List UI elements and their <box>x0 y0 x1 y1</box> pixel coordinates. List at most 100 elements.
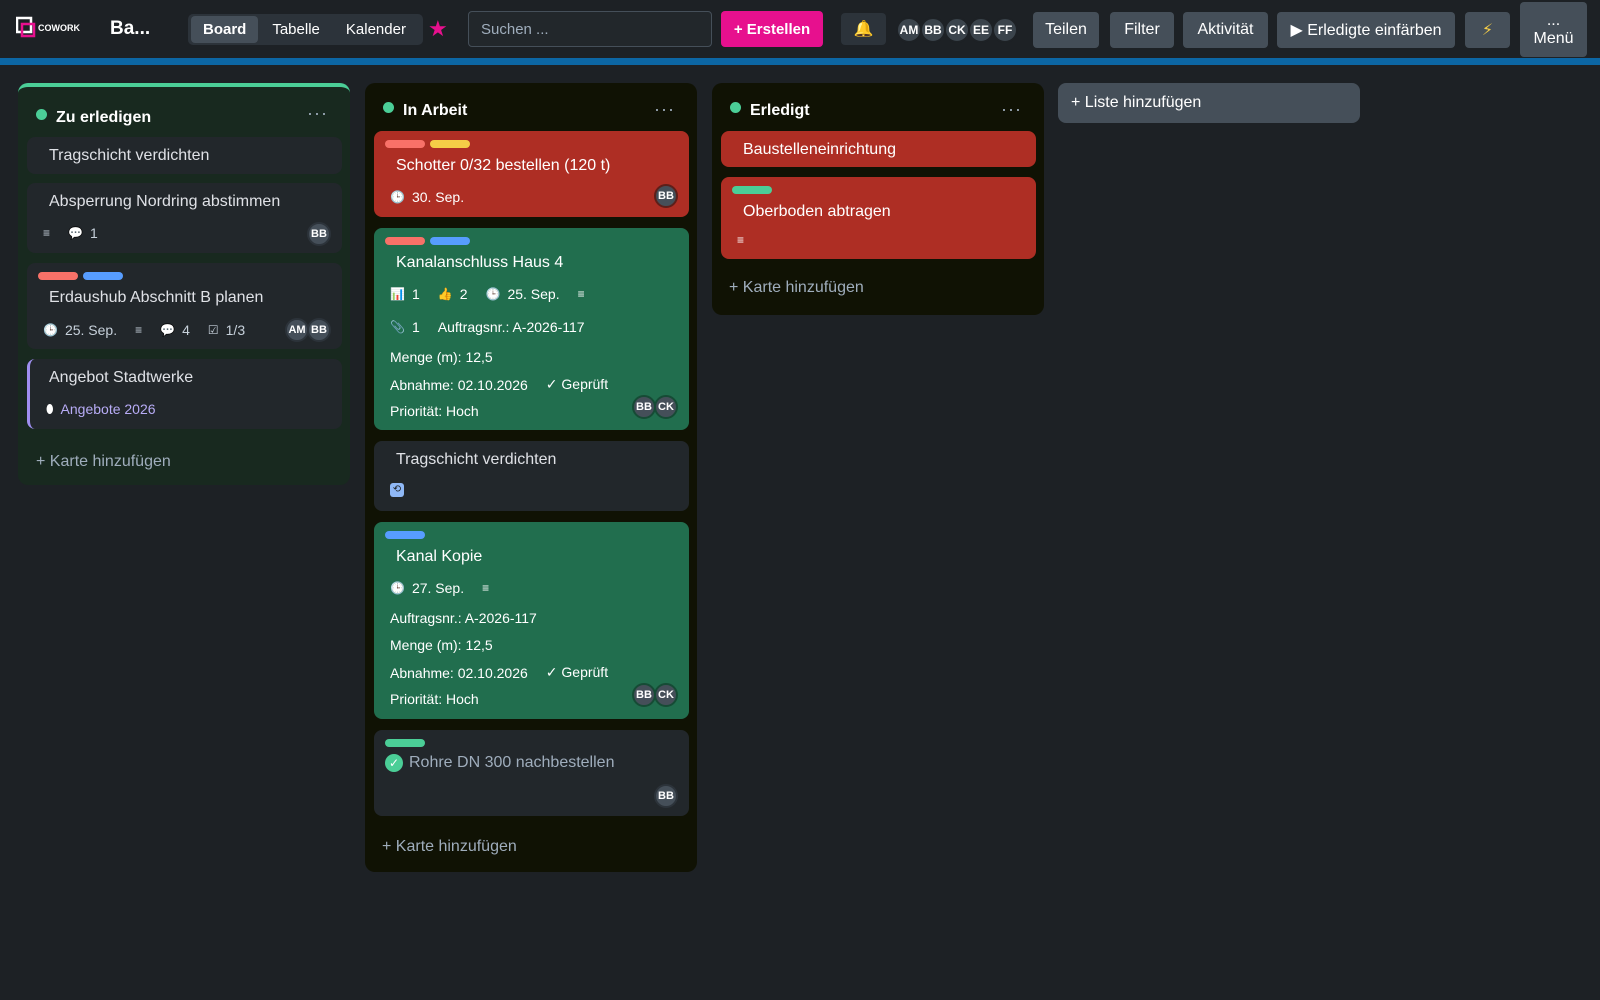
label-blue[interactable] <box>430 237 470 245</box>
add-card-button[interactable]: + Karte hinzufügen <box>729 279 864 297</box>
card-badges: Abnahme: 02.10.2026 ✓ Geprüft <box>390 664 608 681</box>
avatar[interactable]: BB <box>920 17 946 43</box>
label-green[interactable] <box>732 186 772 194</box>
avatar[interactable]: CK <box>944 17 970 43</box>
more-icon[interactable]: ··· <box>307 103 328 124</box>
label-green[interactable] <box>385 739 425 747</box>
tab-table[interactable]: Tabelle <box>260 16 332 43</box>
vote-count: 2 <box>459 286 468 302</box>
notifications-button[interactable]: 🔔 <box>841 13 886 45</box>
card-labels <box>385 140 475 148</box>
custom-field-priority: Priorität: Hoch <box>390 691 479 707</box>
card-title: Schotter 0/32 bestellen (120 t) <box>396 157 611 174</box>
card-badges: 🕒 27. Sep. ≡ <box>390 580 496 596</box>
list-done: Erledigt ··· Baustelleneinrichtung Oberb… <box>712 83 1044 315</box>
avatar[interactable]: CK <box>654 395 678 419</box>
label-yellow[interactable] <box>430 140 470 148</box>
card-labels <box>38 272 128 280</box>
custom-field-quantity: Menge (m): 12,5 <box>390 637 493 653</box>
avatar[interactable]: BB <box>632 683 656 707</box>
label-blue[interactable] <box>83 272 123 280</box>
list-status-dot <box>383 102 394 113</box>
avatar[interactable]: FF <box>992 17 1018 43</box>
poll-count: 1 <box>411 286 420 302</box>
color-done-button[interactable]: ▶ Erledigte einfärben <box>1277 12 1455 48</box>
automation-button[interactable]: ⚡ <box>1465 12 1510 48</box>
description-icon: ≡ <box>577 287 585 301</box>
tag-icon: ⬮ <box>46 401 54 416</box>
list-in-progress: In Arbeit ··· Schotter 0/32 bestellen (1… <box>365 83 697 872</box>
avatar[interactable]: BB <box>654 184 678 208</box>
add-card-button[interactable]: + Karte hinzufügen <box>382 838 517 856</box>
filter-button[interactable]: Filter <box>1110 12 1174 48</box>
add-card-button[interactable]: + Karte hinzufügen <box>36 453 171 471</box>
clock-icon: 🕒 <box>43 323 58 337</box>
card[interactable]: Tragschicht verdichten <box>27 137 342 174</box>
menu-button[interactable]: ... Menü <box>1520 2 1587 57</box>
board-title[interactable]: Ba... <box>110 18 150 40</box>
list-title[interactable]: Erledigt <box>750 102 810 120</box>
check-icon[interactable]: ✓ <box>385 754 403 772</box>
star-icon[interactable]: ★ <box>428 16 448 42</box>
avatar[interactable]: BB <box>307 318 331 342</box>
card-labels <box>385 739 430 747</box>
card[interactable]: Kanalanschluss Haus 4 📊 1 👍 2 🕒 25. Sep.… <box>374 228 689 430</box>
list-title[interactable]: In Arbeit <box>403 102 467 120</box>
card[interactable]: Schotter 0/32 bestellen (120 t) 🕒 30. Se… <box>374 131 689 217</box>
label-blue[interactable] <box>385 531 425 539</box>
avatar[interactable]: CK <box>654 683 678 707</box>
more-icon[interactable]: ··· <box>654 99 675 120</box>
avatar[interactable]: AM <box>285 318 309 342</box>
custom-field-priority: Priorität: Hoch <box>390 403 479 419</box>
create-button[interactable]: + Erstellen <box>721 11 823 47</box>
card-tag[interactable]: Angebote 2026 <box>61 401 156 417</box>
more-icon[interactable]: ··· <box>1001 99 1022 120</box>
list-header[interactable]: Zu erledigen ··· <box>18 87 350 137</box>
avatar[interactable]: AM <box>896 17 922 43</box>
card[interactable]: Oberboden abtragen ≡ <box>721 177 1036 259</box>
clock-icon: 🕒 <box>390 581 405 595</box>
card-members: AM BB <box>285 318 331 342</box>
tab-board[interactable]: Board <box>191 16 259 43</box>
card[interactable]: Baustelleneinrichtung <box>721 131 1036 167</box>
card-title: Baustelleneinrichtung <box>743 141 896 158</box>
avatar[interactable]: BB <box>307 222 331 246</box>
share-button[interactable]: Teilen <box>1033 12 1099 48</box>
logo-text: COWORK <box>38 23 80 33</box>
custom-field-quantity: Menge (m): 12,5 <box>390 349 493 365</box>
avatar[interactable]: EE <box>968 17 994 43</box>
card[interactable]: Angebot Stadtwerke ⬮ Angebote 2026 <box>27 359 342 429</box>
card[interactable]: ✓ Rohre DN 300 nachbestellen BB <box>374 730 689 816</box>
list-header[interactable]: Erledigt ··· <box>712 83 1044 133</box>
due-date: 25. Sep. <box>64 322 118 338</box>
label-red[interactable] <box>385 140 425 148</box>
card-labels <box>732 186 777 194</box>
card[interactable]: Absperrung Nordring abstimmen ≡ 💬 1 BB <box>27 183 342 253</box>
card[interactable]: Erdaushub Abschnitt B planen 🕒 25. Sep. … <box>27 263 342 349</box>
avatar[interactable]: BB <box>632 395 656 419</box>
list-header[interactable]: In Arbeit ··· <box>365 83 697 133</box>
card-badges: ⟲ <box>390 483 411 497</box>
due-date: 27. Sep. <box>411 580 465 596</box>
card-members: BB <box>654 184 678 208</box>
custom-field-checked: ✓ Geprüft <box>545 664 609 680</box>
checklist-icon: ☑ <box>207 323 219 337</box>
cowork-logo[interactable]: COWORK <box>16 16 82 40</box>
thumbs-up-icon: 👍 <box>437 287 453 301</box>
label-red[interactable] <box>38 272 78 280</box>
label-red[interactable] <box>385 237 425 245</box>
card-title: Kanalanschluss Haus 4 <box>396 254 564 271</box>
activity-button[interactable]: Aktivität <box>1183 12 1268 48</box>
list-title[interactable]: Zu erledigen <box>56 109 151 127</box>
card-badges: ≡ <box>737 233 751 247</box>
card[interactable]: Kanal Kopie 🕒 27. Sep. ≡ Auftragsnr.: A-… <box>374 522 689 719</box>
card-labels <box>385 237 475 245</box>
add-list-button[interactable]: + Liste hinzufügen <box>1058 83 1360 123</box>
tab-calendar[interactable]: Kalender <box>334 16 418 43</box>
due-date: 25. Sep. <box>507 286 560 302</box>
search-input[interactable] <box>468 11 712 47</box>
card-title: Kanal Kopie <box>396 548 483 565</box>
description-icon: ≡ <box>135 323 143 337</box>
card[interactable]: Tragschicht verdichten ⟲ <box>374 441 689 511</box>
avatar[interactable]: BB <box>654 784 678 808</box>
